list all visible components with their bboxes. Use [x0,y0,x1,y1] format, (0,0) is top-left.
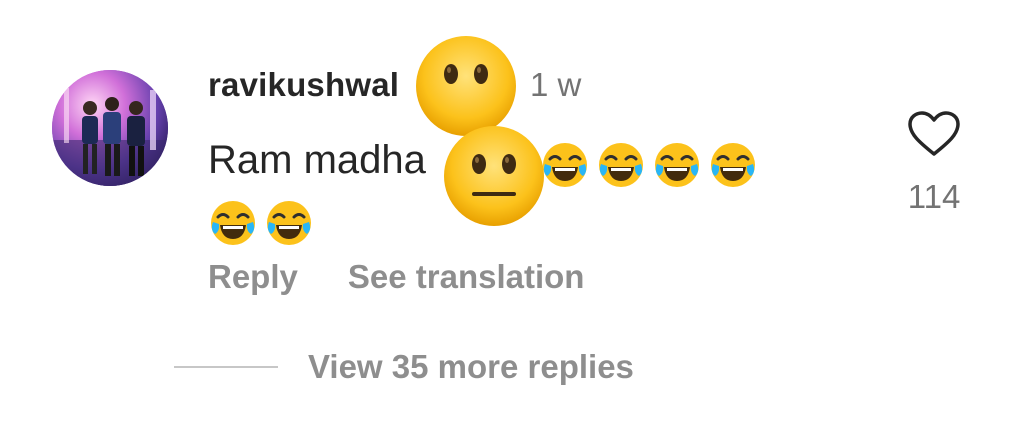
comment-actions: Reply See translation [208,258,584,296]
timestamp: 1 w [530,66,582,103]
avatar-photo [52,70,168,186]
emoji-row-1 [540,134,764,190]
reply-button[interactable]: Reply [208,258,298,295]
tears-of-joy-emoji [208,198,258,248]
username[interactable]: ravikushwal [208,66,399,104]
avatar[interactable] [52,70,168,186]
comment-item: ravikushwal 1 w Ram madhad [0,0,1022,433]
like-section: 114 [897,110,971,216]
tears-of-joy-emoji [540,140,590,190]
neutral-face-emoji [442,124,546,228]
view-more-replies[interactable]: View 35 more replies [174,348,634,386]
tears-of-joy-emoji [596,140,646,190]
divider-line [174,366,278,368]
tears-of-joy-emoji [264,198,314,248]
tears-of-joy-emoji [652,140,702,190]
comment-text-part1: Ram madha [208,138,426,182]
face-without-mouth-emoji [414,34,518,138]
like-count: 114 [907,178,961,215]
heart-outline-icon[interactable] [907,110,961,158]
emoji-row-2 [208,193,320,249]
view-more-replies-label[interactable]: View 35 more replies [308,348,634,386]
tears-of-joy-emoji [708,140,758,190]
see-translation-button[interactable]: See translation [348,258,585,295]
